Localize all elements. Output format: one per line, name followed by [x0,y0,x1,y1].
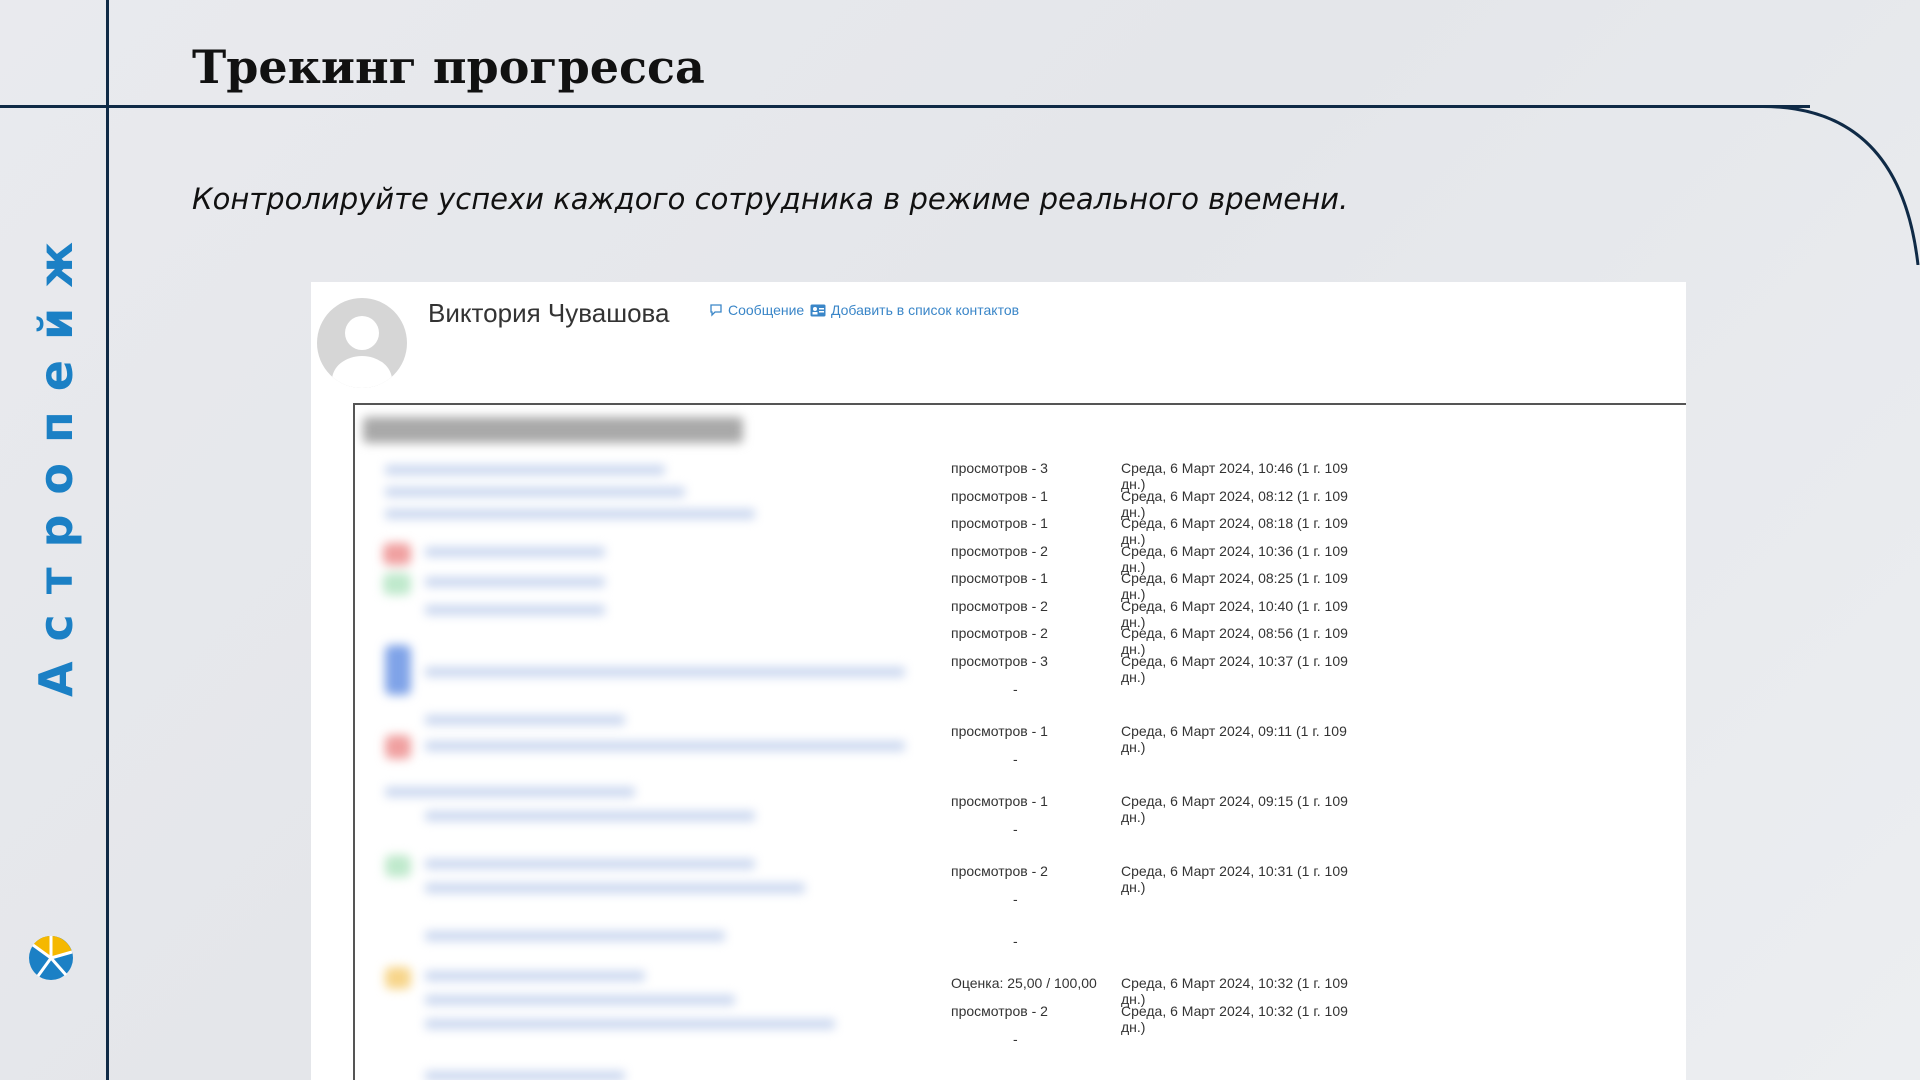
view-count: просмотров - 1 [951,570,1048,586]
activity-row: - [355,1073,1355,1080]
add-contact-label: Добавить в список контактов [831,302,1020,318]
brand-column: Астропейж [26,222,86,1022]
add-contact-link[interactable]: Добавить в список контактов [810,302,1019,318]
chat-bubble-icon [710,304,722,317]
no-activity-dash: - [1013,1073,1018,1080]
message-link[interactable]: Сообщение [709,302,804,318]
view-count: просмотров - 2 [951,625,1048,641]
view-count: просмотров - 3 [951,653,1048,669]
view-count: просмотров - 1 [951,515,1048,531]
activity-row: Оценка: 25,00 / 100,00 Среда, 6 Март 2024… [355,975,1355,1007]
brand-logo-icon [28,935,74,981]
view-count: Оценка: 25,00 / 100,00 [951,975,1097,991]
activity-row: просмотров - 2 Среда, 6 Март 2024, 10:32 … [355,1003,1355,1035]
no-activity-dash: - [1013,681,1018,697]
activity-row: просмотров - 1 Среда, 6 Март 2024, 09:15 … [355,793,1355,825]
slide-title: Трекинг прогресса [192,40,705,94]
horizontal-divider [0,105,1810,108]
activity-row: просмотров - 1 Среда, 6 Март 2024, 08:12 … [355,488,1355,520]
activity-row: просмотров - 3 Среда, 6 Март 2024, 10:37 … [355,653,1355,685]
slide-subtitle: Контролируйте успехи каждого сотрудника … [192,182,1349,216]
activity-row: просмотров - 2 Среда, 6 Март 2024, 10:36 … [355,543,1355,575]
view-count: просмотров - 1 [951,723,1048,739]
activity-log: просмотров - 3 Среда, 6 Март 2024, 10:46 … [355,405,1686,1080]
no-activity-dash: - [1013,1031,1018,1047]
activity-row: просмотров - 1 Среда, 6 Март 2024, 08:18 … [355,515,1355,547]
contact-card-icon [810,304,826,316]
view-count: просмотров - 2 [951,863,1048,879]
activity-row: - [355,751,1355,775]
activity-row: просмотров - 1 Среда, 6 Март 2024, 08:25 … [355,570,1355,602]
activity-row: просмотров - 3 Среда, 6 Март 2024, 10:46 … [355,460,1355,492]
user-silhouette-icon [332,316,392,388]
message-label: Сообщение [728,302,805,318]
no-activity-dash: - [1013,891,1018,907]
activity-row: просмотров - 2 Среда, 6 Март 2024, 08:56 … [355,625,1355,657]
activity-row: просмотров - 1 Среда, 6 Март 2024, 09:11 … [355,723,1355,755]
brand-name: Астропейж [29,222,83,698]
no-activity-dash: - [1013,821,1018,837]
corner-arc [1760,105,1920,265]
activity-row: - [355,891,1355,915]
vertical-divider [106,0,109,1080]
no-activity-dash: - [1013,751,1018,767]
avatar [317,298,407,388]
activity-row: - [355,681,1355,705]
view-count: просмотров - 3 [951,460,1048,476]
activity-report-panel: просмотров - 3 Среда, 6 Март 2024, 10:46 … [353,403,1686,1080]
view-count: просмотров - 2 [951,543,1048,559]
activity-row: - [355,933,1355,957]
profile-screenshot: Виктория Чувашова Сообщение Добавить в с… [311,282,1686,1080]
view-count: просмотров - 1 [951,488,1048,504]
activity-row: - [355,821,1355,845]
profile-name: Виктория Чувашова [428,298,670,328]
view-count: просмотров - 2 [951,1003,1048,1019]
activity-row: - [355,1031,1355,1055]
view-count: просмотров - 1 [951,793,1048,809]
no-activity-dash: - [1013,933,1018,949]
activity-row: просмотров - 2 Среда, 6 Март 2024, 10:40 … [355,598,1355,630]
activity-row: просмотров - 2 Среда, 6 Март 2024, 10:31 … [355,863,1355,895]
view-count: просмотров - 2 [951,598,1048,614]
